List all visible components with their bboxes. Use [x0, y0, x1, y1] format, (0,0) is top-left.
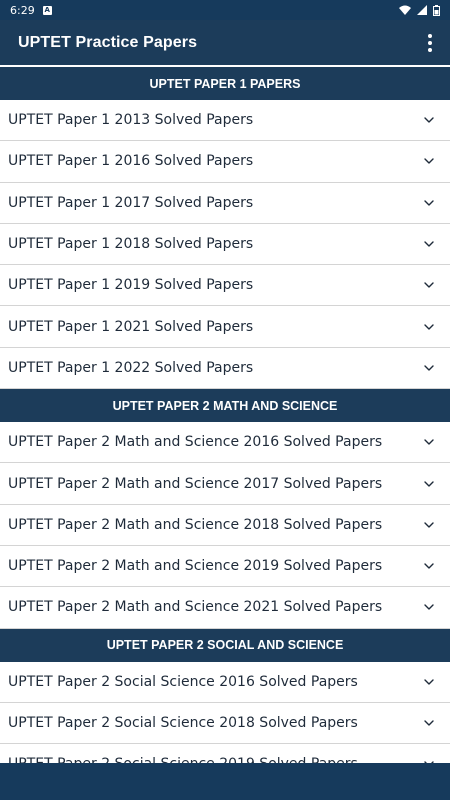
paper-item-label: UPTET Paper 2 Social Science 2016 Solved… — [8, 673, 358, 690]
chevron-down-icon[interactable] — [422, 113, 436, 127]
chevron-down-icon[interactable] — [422, 518, 436, 532]
paper-list-item[interactable]: UPTET Paper 1 2016 Solved Papers — [0, 141, 450, 183]
paper-item-label: UPTET Paper 2 Math and Science 2016 Solv… — [8, 434, 383, 451]
paper-item-label: UPTET Paper 2 Math and Science 2017 Solv… — [8, 475, 383, 492]
more-vert-icon[interactable] — [420, 28, 440, 58]
paper-list-item[interactable]: UPTET Paper 2 Math and Science 2018 Solv… — [0, 504, 450, 546]
paper-item-label: UPTET Paper 2 Social Science 2018 Solved… — [8, 715, 358, 731]
paper-list-item[interactable]: UPTET Paper 1 2022 Solved Papers — [0, 347, 450, 390]
paper-list-item[interactable]: UPTET Paper 2 Math and Science 2021 Solv… — [0, 587, 450, 629]
paper-item-label: UPTET Paper 2 Math and Science 2021 Solv… — [8, 599, 383, 616]
paper-list-item[interactable]: UPTET Paper 2 Math and Science 2016 Solv… — [0, 422, 450, 464]
paper-list-item[interactable]: UPTET Paper 2 Social Science 2016 Solved… — [0, 661, 450, 703]
paper-item-label: UPTET Paper 1 2016 Solved Papers — [8, 153, 254, 170]
paper-list-item[interactable]: UPTET Paper 1 2018 Solved Papers — [0, 223, 450, 266]
chevron-down-icon[interactable] — [422, 435, 436, 449]
papers-list[interactable]: UPTET PAPER 1 PAPERS UPTET Paper 1 2013 S… — [0, 67, 450, 763]
signal-icon — [417, 5, 427, 15]
paper-list-item[interactable]: UPTET Paper 1 2013 Solved Papers — [0, 100, 450, 142]
app-bar: UPTET Practice Papers — [0, 20, 450, 65]
paper-list-item[interactable]: UPTET Paper 1 2021 Solved Papers — [0, 306, 450, 348]
paper-item-label: UPTET Paper 1 2022 Solved Papers — [8, 359, 254, 376]
chevron-down-icon[interactable] — [422, 320, 436, 334]
paper-item-label: UPTET Paper 2 Math and Science 2019 Solv… — [8, 558, 383, 575]
notification-icon: A — [42, 5, 52, 15]
chevron-down-icon[interactable] — [422, 361, 436, 375]
chevron-down-icon[interactable] — [422, 278, 436, 292]
paper-list-item[interactable]: UPTET Paper 2 Math and Science 2017 Solv… — [0, 463, 450, 505]
section-header: UPTET PAPER 1 PAPERS — [0, 67, 450, 100]
status-time: 6:29 — [10, 3, 35, 17]
chevron-down-icon[interactable] — [422, 600, 436, 614]
section-header: UPTET PAPER 2 MATH AND SCIENCE — [0, 389, 450, 423]
chevron-down-icon[interactable] — [422, 154, 436, 168]
chevron-down-icon[interactable] — [422, 237, 436, 251]
status-icons — [399, 4, 440, 16]
paper-list-item[interactable]: UPTET Paper 2 Math and Science 2019 Solv… — [0, 545, 450, 588]
chevron-down-icon[interactable] — [422, 716, 436, 730]
section-header: UPTET PAPER 2 SOCIAL AND SCIENCE — [0, 628, 450, 662]
paper-item-label: UPTET Paper 1 2019 Solved Papers — [8, 277, 254, 294]
paper-list-item[interactable]: UPTET Paper 1 2019 Solved Papers — [0, 265, 450, 307]
battery-icon — [433, 4, 440, 16]
paper-list-item[interactable]: UPTET Paper 2 Social Science 2019 Solved… — [0, 744, 450, 763]
status-bar: 6:29 A — [0, 0, 450, 20]
paper-item-label: UPTET Paper 1 2013 Solved Papers — [8, 112, 254, 129]
wifi-icon — [399, 5, 411, 15]
chevron-down-icon[interactable] — [422, 196, 436, 210]
paper-list-item[interactable]: UPTET Paper 1 2017 Solved Papers — [0, 182, 450, 224]
paper-item-label: UPTET Paper 1 2021 Solved Papers — [8, 318, 254, 335]
paper-item-label: UPTET Paper 2 Math and Science 2018 Solv… — [8, 516, 383, 533]
chevron-down-icon[interactable] — [422, 675, 436, 689]
paper-item-label: UPTET Paper 1 2018 Solved Papers — [8, 236, 254, 253]
paper-item-label: UPTET Paper 1 2017 Solved Papers — [8, 194, 254, 211]
paper-item-label: UPTET Paper 2 Social Science 2019 Solved… — [8, 756, 358, 763]
app-title: UPTET Practice Papers — [18, 33, 198, 51]
chevron-down-icon[interactable] — [422, 477, 436, 491]
paper-list-item[interactable]: UPTET Paper 2 Social Science 2018 Solved… — [0, 702, 450, 745]
bottom-bar — [0, 763, 450, 800]
chevron-down-icon[interactable] — [422, 559, 436, 573]
